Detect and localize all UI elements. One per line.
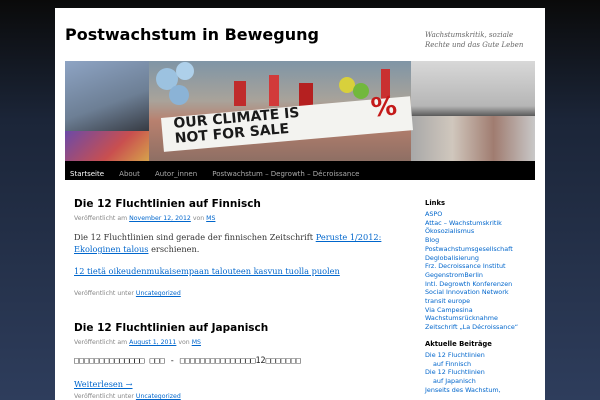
recent-posts-list: Die 12 Fluchtlinien auf Finnisch Die 12 F…: [425, 351, 540, 395]
recent-post-link[interactable]: Die 12 Fluchtlinien auf Finnisch: [425, 351, 485, 368]
link-gegenstrom[interactable]: GegenstromBerlin: [425, 271, 483, 279]
category-link[interactable]: Uncategorized: [136, 290, 181, 297]
post-author-link[interactable]: MS: [192, 339, 201, 346]
post-body: □□□□□□□□□□□□□□ □□□ - □□□□□□□□□□□□□□□12□□…: [74, 355, 301, 365]
link-item: Deglobalisierung: [425, 254, 540, 263]
body-text-end: erschienen.: [148, 244, 200, 254]
finnish-title-link[interactable]: 12 tietä oikeudenmukaisempaan talouteen …: [74, 266, 340, 276]
sidebar: Links ASPO Attac – Wachstumskritik Ökoso…: [425, 199, 540, 394]
link-item: Zeitschrift „La Décroissance“: [425, 323, 540, 332]
main-navigation: Startseite About Autor_innen Postwachstu…: [65, 161, 535, 180]
link-item: Frz. Decroissance Institut: [425, 262, 540, 271]
page-wrapper: Postwachstum in Bewegung Wachstumskritik…: [55, 8, 545, 400]
category-link[interactable]: Uncategorized: [136, 393, 181, 400]
link-decroissance-institut[interactable]: Frz. Decroissance Institut: [425, 262, 506, 270]
link-postwachstumsgesellschaft[interactable]: Postwachstumsgesellschaft: [425, 245, 513, 253]
nav-item-startseite[interactable]: Startseite: [65, 165, 109, 184]
site-title[interactable]: Postwachstum in Bewegung: [65, 25, 319, 44]
post-japanisch: Die 12 Fluchtlinien auf Japanisch Veröff…: [74, 322, 394, 400]
post-author-link[interactable]: MS: [206, 215, 215, 222]
recent-line1: Jenseits des Wachstum,: [425, 385, 501, 394]
link-via-campesina[interactable]: Via Campesina: [425, 306, 473, 314]
link-social-innovation[interactable]: Social Innovation Network: [425, 288, 509, 296]
nav-item-postwachstum[interactable]: Postwachstum – Degrowth – Décroissance: [207, 165, 364, 184]
link-degrowth-konferenzen[interactable]: Intl. Degrowth Konferenzen: [425, 280, 512, 288]
banner-photo-crowd: [411, 116, 535, 161]
link-deglobalisierung[interactable]: Deglobalisierung: [425, 254, 479, 262]
read-more-link[interactable]: Weiterlesen →: [74, 379, 133, 389]
link-item: Wachstumsrücknahme: [425, 314, 540, 323]
post-meta: Veröffentlicht am August 1, 2011 von MS: [74, 339, 394, 346]
link-transit-europe[interactable]: transit europe: [425, 297, 470, 305]
meta-by: von: [192, 215, 205, 222]
footer-prefix: Veröffentlicht unter: [74, 290, 134, 297]
link-blog[interactable]: Blog: [425, 236, 439, 244]
site-description: Wachstumskritik, soziale Rechte und das …: [425, 31, 524, 49]
post-meta: Veröffentlicht am November 12, 2012 von …: [74, 215, 394, 222]
links-widget-title: Links: [425, 199, 446, 207]
meta-by: von: [178, 339, 190, 346]
link-item: Social Innovation Network: [425, 288, 540, 297]
recent-line1: Die 12 Fluchtlinien: [425, 368, 485, 377]
link-aspo[interactable]: ASPO: [425, 210, 442, 218]
link-item: Blog: [425, 236, 540, 245]
post-date-link[interactable]: November 12, 2012: [129, 215, 191, 222]
link-item: ASPO: [425, 210, 540, 219]
link-item: Ökosozialismus: [425, 227, 540, 236]
link-attac[interactable]: Attac – Wachstumskritik: [425, 219, 502, 227]
link-oekosozialismus[interactable]: Ökosozialismus: [425, 227, 474, 235]
recent-post-link[interactable]: Jenseits des Wachstum,: [425, 386, 501, 394]
nav-item-autor-innen[interactable]: Autor_innen: [150, 165, 202, 184]
recent-post-link[interactable]: Die 12 Fluchtlinien auf Japanisch: [425, 368, 485, 385]
post-body: Die 12 Fluchtlinien sind gerade der finn…: [74, 231, 394, 255]
post-finnisch: Die 12 Fluchtlinien auf Finnisch Veröffe…: [74, 198, 394, 297]
link-item: Via Campesina: [425, 306, 540, 315]
content-area: Die 12 Fluchtlinien auf Finnisch Veröffe…: [74, 198, 394, 400]
post-footer-meta: Veröffentlicht unter Uncategorized: [74, 290, 394, 297]
recent-line2: auf Japanisch: [433, 376, 476, 385]
body-text: Die 12 Fluchtlinien sind gerade der finn…: [74, 232, 316, 242]
meta-prefix: Veröffentlicht am: [74, 215, 128, 222]
links-list: ASPO Attac – Wachstumskritik Ökosozialis…: [425, 210, 540, 332]
recent-line1: Die 12 Fluchtlinien: [425, 350, 485, 359]
header-banner-image: OUR CLIMATE IS NOT FOR SALE %: [65, 61, 535, 161]
recent-post-item: Jenseits des Wachstum,: [425, 386, 540, 395]
post-footer-meta: Veröffentlicht unter Uncategorized: [74, 393, 394, 400]
recent-post-item: Die 12 Fluchtlinien auf Finnisch: [425, 351, 540, 368]
footer-prefix: Veröffentlicht unter: [74, 393, 134, 400]
banner-photo-art: [65, 131, 149, 161]
recent-line2: auf Finnisch: [433, 359, 472, 368]
link-la-decroissance[interactable]: Zeitschrift „La Décroissance“: [425, 323, 518, 331]
post-title[interactable]: Die 12 Fluchtlinien auf Finnisch: [74, 198, 394, 210]
read-more: Weiterlesen →: [74, 378, 394, 390]
nav-item-about[interactable]: About: [114, 165, 145, 184]
recent-posts-title: Aktuelle Beiträge: [425, 339, 492, 348]
link-item: transit europe: [425, 297, 540, 306]
link-item: GegenstromBerlin: [425, 271, 540, 280]
meta-prefix: Veröffentlicht am: [74, 339, 128, 346]
link-item: Intl. Degrowth Konferenzen: [425, 280, 540, 289]
link-wachstumsruecknahme[interactable]: Wachstumsrücknahme: [425, 314, 498, 322]
recent-post-item: Die 12 Fluchtlinien auf Japanisch: [425, 368, 540, 385]
post-title[interactable]: Die 12 Fluchtlinien auf Japanisch: [74, 322, 394, 334]
sign-percent: %: [369, 91, 399, 124]
post-second-paragraph: 12 tietä oikeudenmukaisempaan talouteen …: [74, 265, 394, 277]
post-date-link[interactable]: August 1, 2011: [129, 339, 176, 346]
link-item: Postwachstumsgesellschaft: [425, 245, 540, 254]
